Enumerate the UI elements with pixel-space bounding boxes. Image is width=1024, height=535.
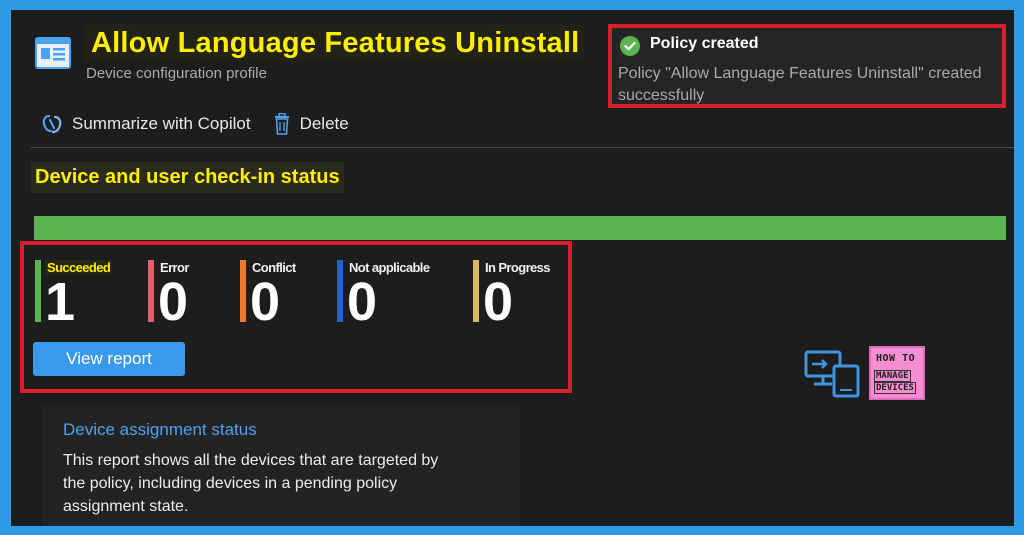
stat-value: 0 <box>483 272 514 332</box>
stat-value: 0 <box>347 272 378 332</box>
delete-button[interactable]: Delete <box>273 113 349 135</box>
stat-value: 1 <box>45 272 76 332</box>
stat-color-bar <box>240 260 246 322</box>
app-frame: Allow Language Features Uninstall Device… <box>11 10 1014 526</box>
logo-line-3: DEVICES <box>874 382 916 394</box>
copilot-icon <box>42 114 62 134</box>
stat-value: 0 <box>158 272 189 332</box>
check-circle-icon <box>620 36 640 56</box>
stat-color-bar <box>35 260 41 322</box>
logo-line-1: HOW TO <box>876 353 916 364</box>
copilot-label: Summarize with Copilot <box>72 114 251 133</box>
device-assignment-card: Device assignment status This report sho… <box>42 405 520 526</box>
policy-created-toast: Policy created Policy "Allow Language Fe… <box>608 24 1006 108</box>
how-to-manage-devices-logo: HOW TO MANAGE DEVICES <box>869 346 925 400</box>
stat-value: 0 <box>250 272 281 332</box>
profile-icon <box>35 37 71 69</box>
toast-title: Policy created <box>650 35 759 52</box>
checkin-status-heading: Device and user check-in status <box>31 162 344 193</box>
command-bar: Summarize with Copilot Delete <box>41 110 349 138</box>
view-report-button[interactable]: View report <box>33 342 185 376</box>
page-title: Allow Language Features Uninstall <box>85 24 586 62</box>
divider <box>31 147 1014 148</box>
page-subtitle: Device configuration profile <box>86 65 267 82</box>
stat-color-bar <box>148 260 154 322</box>
stat-color-bar <box>337 260 343 322</box>
trash-icon <box>274 113 289 135</box>
device-assignment-description: This report shows all the devices that a… <box>63 452 439 515</box>
toast-message: Policy "Allow Language Features Uninstal… <box>618 65 982 104</box>
progress-succeeded-fill <box>34 216 1006 240</box>
device-assignment-status-link[interactable]: Device assignment status <box>63 420 257 440</box>
checkin-progress-bar <box>34 216 1006 240</box>
logo-line-2: MANAGE <box>874 370 911 382</box>
stat-color-bar <box>473 260 479 322</box>
summarize-with-copilot-button[interactable]: Summarize with Copilot <box>41 114 251 134</box>
device-management-icon <box>804 350 862 400</box>
delete-label: Delete <box>299 114 349 133</box>
